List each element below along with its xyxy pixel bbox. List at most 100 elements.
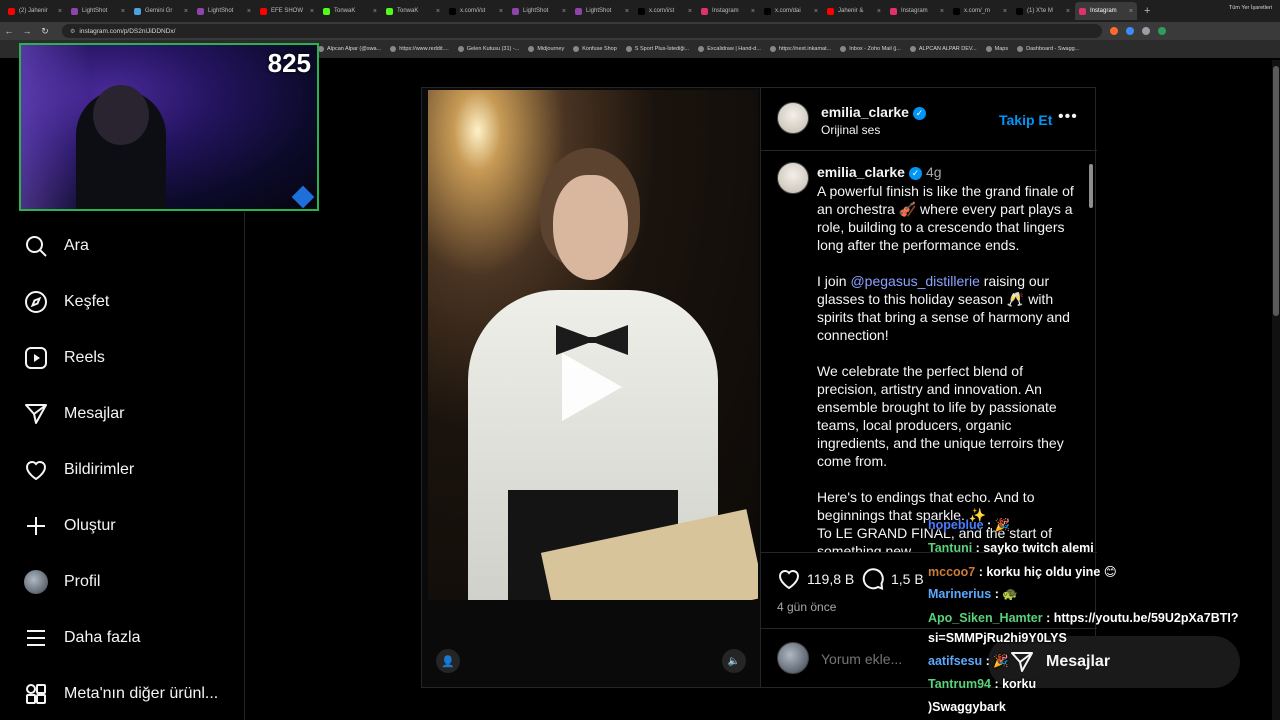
sidebar-item-notifications[interactable]: Bildirimler	[24, 458, 134, 482]
close-tab-icon[interactable]: ×	[1129, 8, 1133, 15]
reload-icon[interactable]: ↻	[36, 26, 54, 37]
bookmark-item[interactable]: Midjourney	[528, 46, 564, 52]
close-tab-icon[interactable]: ×	[436, 8, 440, 15]
tab-label: LightShot	[523, 8, 549, 14]
browser-tab[interactable]: TonwaK ×	[382, 2, 444, 20]
comment-icon	[862, 568, 884, 591]
browser-tab[interactable]: EFE SHOW ×	[256, 2, 318, 20]
sidebar-item-messages[interactable]: Mesajlar	[24, 402, 124, 426]
all-bookmarks[interactable]: Tüm Yer İşaretleri	[1229, 5, 1272, 11]
bookmark-item[interactable]: Konfuse Shop	[573, 46, 617, 52]
comment-button[interactable]: 1,5 B	[861, 567, 924, 591]
chat-message: Tantuni : sayko twitch alemi	[928, 541, 1094, 555]
bookmark-item[interactable]: ALPCAN ALPAR DEV...	[909, 46, 977, 52]
sidebar-item-meta[interactable]: Meta'nın diğer ürünl...	[24, 682, 218, 706]
browser-tab[interactable]: (2) Jahenir ×	[4, 2, 66, 20]
close-tab-icon[interactable]: ×	[562, 8, 566, 15]
tab-favicon-icon	[890, 7, 897, 15]
bookmark-label: Maps	[994, 46, 1009, 52]
extension-icon[interactable]	[1142, 27, 1150, 35]
close-tab-icon[interactable]: ×	[751, 8, 755, 15]
browser-tab[interactable]: (1) X'te M ×	[1012, 2, 1074, 20]
more-options-icon[interactable]: •••	[1058, 108, 1078, 126]
chat-text: : 🎉	[982, 654, 1009, 668]
play-icon[interactable]	[562, 353, 622, 421]
page-scroll-thumb[interactable]	[1273, 66, 1279, 316]
tab-label: x.com/i/st	[649, 8, 675, 14]
close-tab-icon[interactable]: ×	[310, 8, 314, 15]
mention-link[interactable]: @pegasus_distillerie	[850, 273, 979, 289]
close-tab-icon[interactable]: ×	[940, 8, 944, 15]
like-button[interactable]: 119,8 B	[777, 567, 854, 591]
user-tag-icon[interactable]: 👤	[436, 649, 460, 673]
site-info-icon[interactable]: ⚙	[70, 28, 75, 35]
bookmark-item[interactable]: Alpcan Alpar (@swa...	[318, 46, 381, 52]
sidebar-item-search[interactable]: Ara	[24, 234, 89, 258]
bookmark-favicon-icon	[390, 46, 397, 52]
close-tab-icon[interactable]: ×	[373, 8, 377, 15]
bookmark-item[interactable]: Gelen Kutusu (31) -...	[457, 46, 519, 52]
video-figure-face	[553, 175, 628, 280]
address-bar[interactable]: ⚙ instagram.com/p/DS2nlJiDDNDx/	[62, 24, 1102, 38]
close-tab-icon[interactable]: ×	[814, 8, 818, 15]
browser-tab[interactable]: TonwaK ×	[319, 2, 381, 20]
sidebar-item-reels[interactable]: Reels	[24, 346, 105, 370]
browser-tab[interactable]: x.com/_m ×	[949, 2, 1011, 20]
browser-tab[interactable]: x.com/dai ×	[760, 2, 822, 20]
profile-icon[interactable]	[1158, 27, 1166, 35]
bookmark-item[interactable]: S Sport Plus-İstediği...	[625, 46, 689, 52]
close-tab-icon[interactable]: ×	[184, 8, 188, 15]
close-tab-icon[interactable]: ×	[1003, 8, 1007, 15]
sidebar-item-explore[interactable]: Keşfet	[24, 290, 109, 314]
bookmark-item[interactable]: https://next.inkamat...	[769, 46, 831, 52]
bookmark-item[interactable]: Maps	[985, 46, 1009, 52]
caption-username[interactable]: emilia_clarke	[817, 164, 905, 180]
browser-tab[interactable]: LightShot ×	[571, 2, 633, 20]
sidebar-item-create[interactable]: Oluştur	[24, 514, 116, 538]
browser-tab[interactable]: Instagram ×	[1075, 2, 1137, 20]
close-tab-icon[interactable]: ×	[499, 8, 503, 15]
sidebar-item-profile[interactable]: Profil	[24, 570, 100, 594]
bookmark-item[interactable]: Inbox - Zoho Mail (j...	[840, 46, 901, 52]
post-username[interactable]: emilia_clarke ✓	[821, 104, 926, 120]
tab-favicon-icon	[386, 7, 393, 15]
forward-icon[interactable]: →	[18, 26, 36, 36]
bookmark-item[interactable]: https://www.reddit....	[390, 46, 449, 52]
avatar[interactable]	[777, 102, 809, 134]
chat-text: : https://youtu.be/59U2pXa7BTI?	[1042, 611, 1239, 625]
avatar	[24, 570, 48, 594]
extension-icon[interactable]	[1110, 27, 1118, 35]
browser-tab[interactable]: LightShot ×	[193, 2, 255, 20]
close-tab-icon[interactable]: ×	[877, 8, 881, 15]
browser-tab[interactable]: LightShot ×	[508, 2, 570, 20]
browser-tab[interactable]: LightShot ×	[67, 2, 129, 20]
close-tab-icon[interactable]: ×	[688, 8, 692, 15]
audio-label[interactable]: Orijinal ses	[821, 123, 880, 137]
audio-icon[interactable]: 🔈	[722, 649, 746, 673]
browser-tab[interactable]: Instagram ×	[697, 2, 759, 20]
new-tab-icon[interactable]: +	[1144, 5, 1150, 17]
browser-tab[interactable]: x.com/i/st ×	[634, 2, 696, 20]
browser-tab[interactable]: Gemini Gr ×	[130, 2, 192, 20]
browser-tab[interactable]: Jahenir & ×	[823, 2, 885, 20]
close-tab-icon[interactable]: ×	[121, 8, 125, 15]
bookmark-item[interactable]: Dashboard - Swagg...	[1017, 46, 1079, 52]
sidebar-item-more[interactable]: Daha fazla	[24, 626, 141, 650]
reel-video[interactable]: 👤 🔈	[422, 88, 760, 687]
follow-button[interactable]: Takip Et	[999, 112, 1052, 128]
back-icon[interactable]: ←	[0, 26, 18, 36]
caption-area: emilia_clarke ✓ 4g A powerful finish is li…	[761, 152, 1097, 552]
close-tab-icon[interactable]: ×	[58, 8, 62, 15]
tab-label: TonwaK	[397, 8, 419, 14]
browser-tab[interactable]: Instagram ×	[886, 2, 948, 20]
extension-icon[interactable]	[1126, 27, 1134, 35]
bookmark-label: Midjourney	[537, 46, 565, 52]
close-tab-icon[interactable]: ×	[1066, 8, 1070, 15]
browser-tab[interactable]: x.com/i/st ×	[445, 2, 507, 20]
avatar[interactable]	[777, 162, 809, 194]
close-tab-icon[interactable]: ×	[247, 8, 251, 15]
caption-scrollbar[interactable]	[1089, 164, 1093, 208]
bookmark-item[interactable]: Excalidraw | Hand-d...	[698, 46, 761, 52]
chat-message: Tantrum94 : korku	[928, 677, 1036, 691]
close-tab-icon[interactable]: ×	[625, 8, 629, 15]
